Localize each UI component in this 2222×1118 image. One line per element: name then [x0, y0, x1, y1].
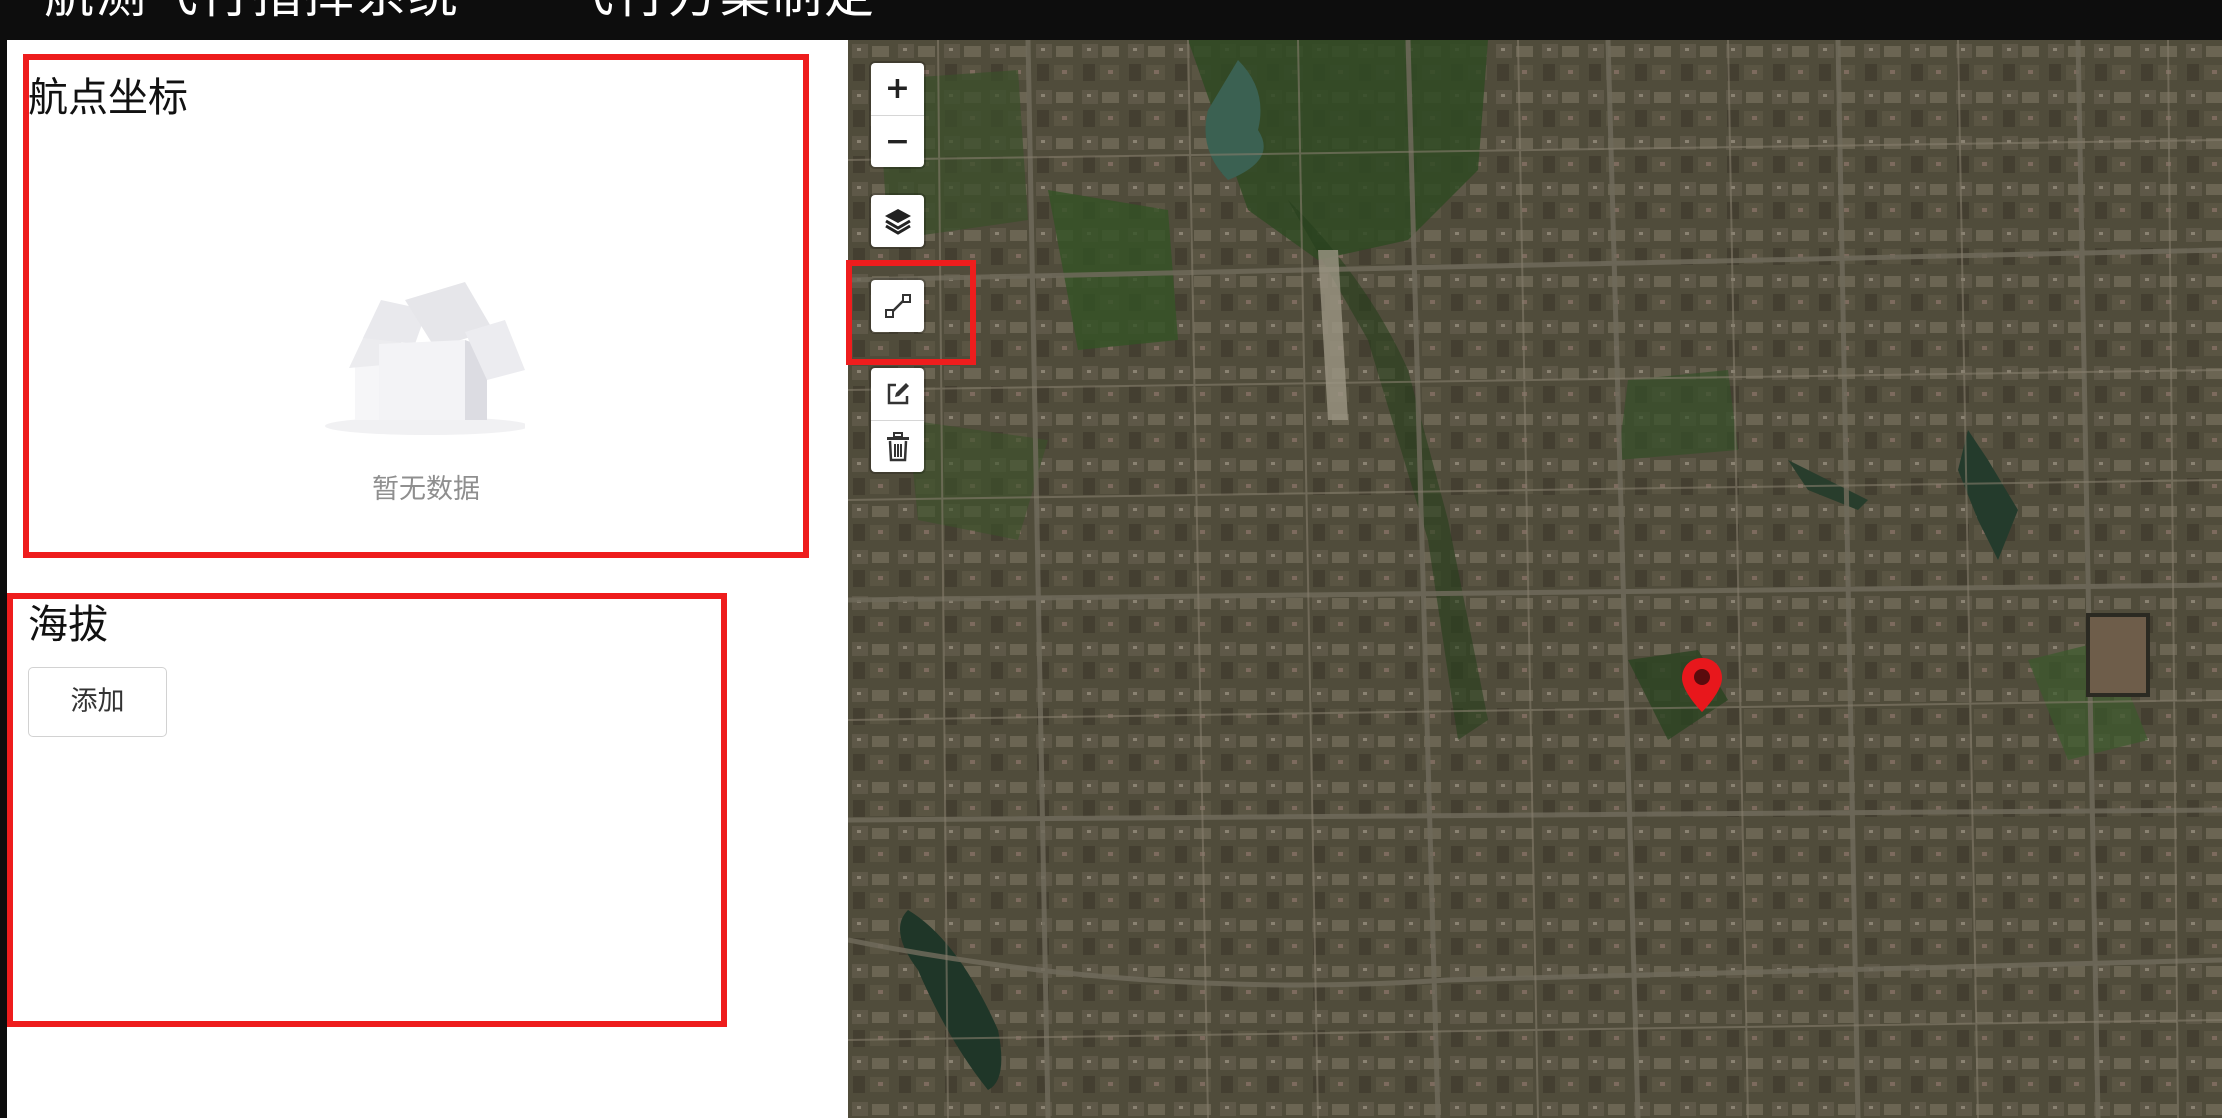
draw-polyline-icon [884, 294, 911, 318]
layers-button[interactable] [871, 195, 924, 247]
edit-control [871, 368, 924, 472]
layers-icon [884, 209, 911, 235]
waypoints-title: 航点坐标 [28, 75, 188, 121]
delete-layers-button[interactable] [871, 420, 924, 472]
delete-layers-icon [886, 431, 909, 461]
zoom-control: + − [871, 63, 924, 167]
draw-control [871, 280, 924, 332]
edit-layers-button[interactable] [871, 368, 924, 420]
window-edge [0, 40, 7, 1118]
zoom-in-button[interactable]: + [871, 63, 924, 115]
add-altitude-button[interactable]: 添加 [28, 667, 167, 737]
zoom-out-button[interactable]: − [871, 115, 924, 167]
draw-polyline-button[interactable] [871, 280, 924, 332]
zoom-in-icon: + [884, 71, 911, 106]
edit-layers-icon [887, 383, 909, 405]
empty-box-icon [325, 282, 525, 435]
left-panel [7, 40, 848, 1118]
zoom-out-icon: − [884, 123, 911, 159]
app-title: 航测飞行指挥系统——飞行方案制定 [44, 0, 876, 20]
satellite-map[interactable] [848, 40, 2222, 1118]
empty-data-text: 暂无数据 [372, 474, 480, 505]
app-header: 航测飞行指挥系统——飞行方案制定 [0, 0, 2222, 40]
layers-control [871, 195, 924, 247]
altitude-title: 海拔 [28, 602, 108, 648]
map-marker-icon[interactable] [1680, 656, 1724, 714]
map-imagery [848, 40, 2222, 1118]
